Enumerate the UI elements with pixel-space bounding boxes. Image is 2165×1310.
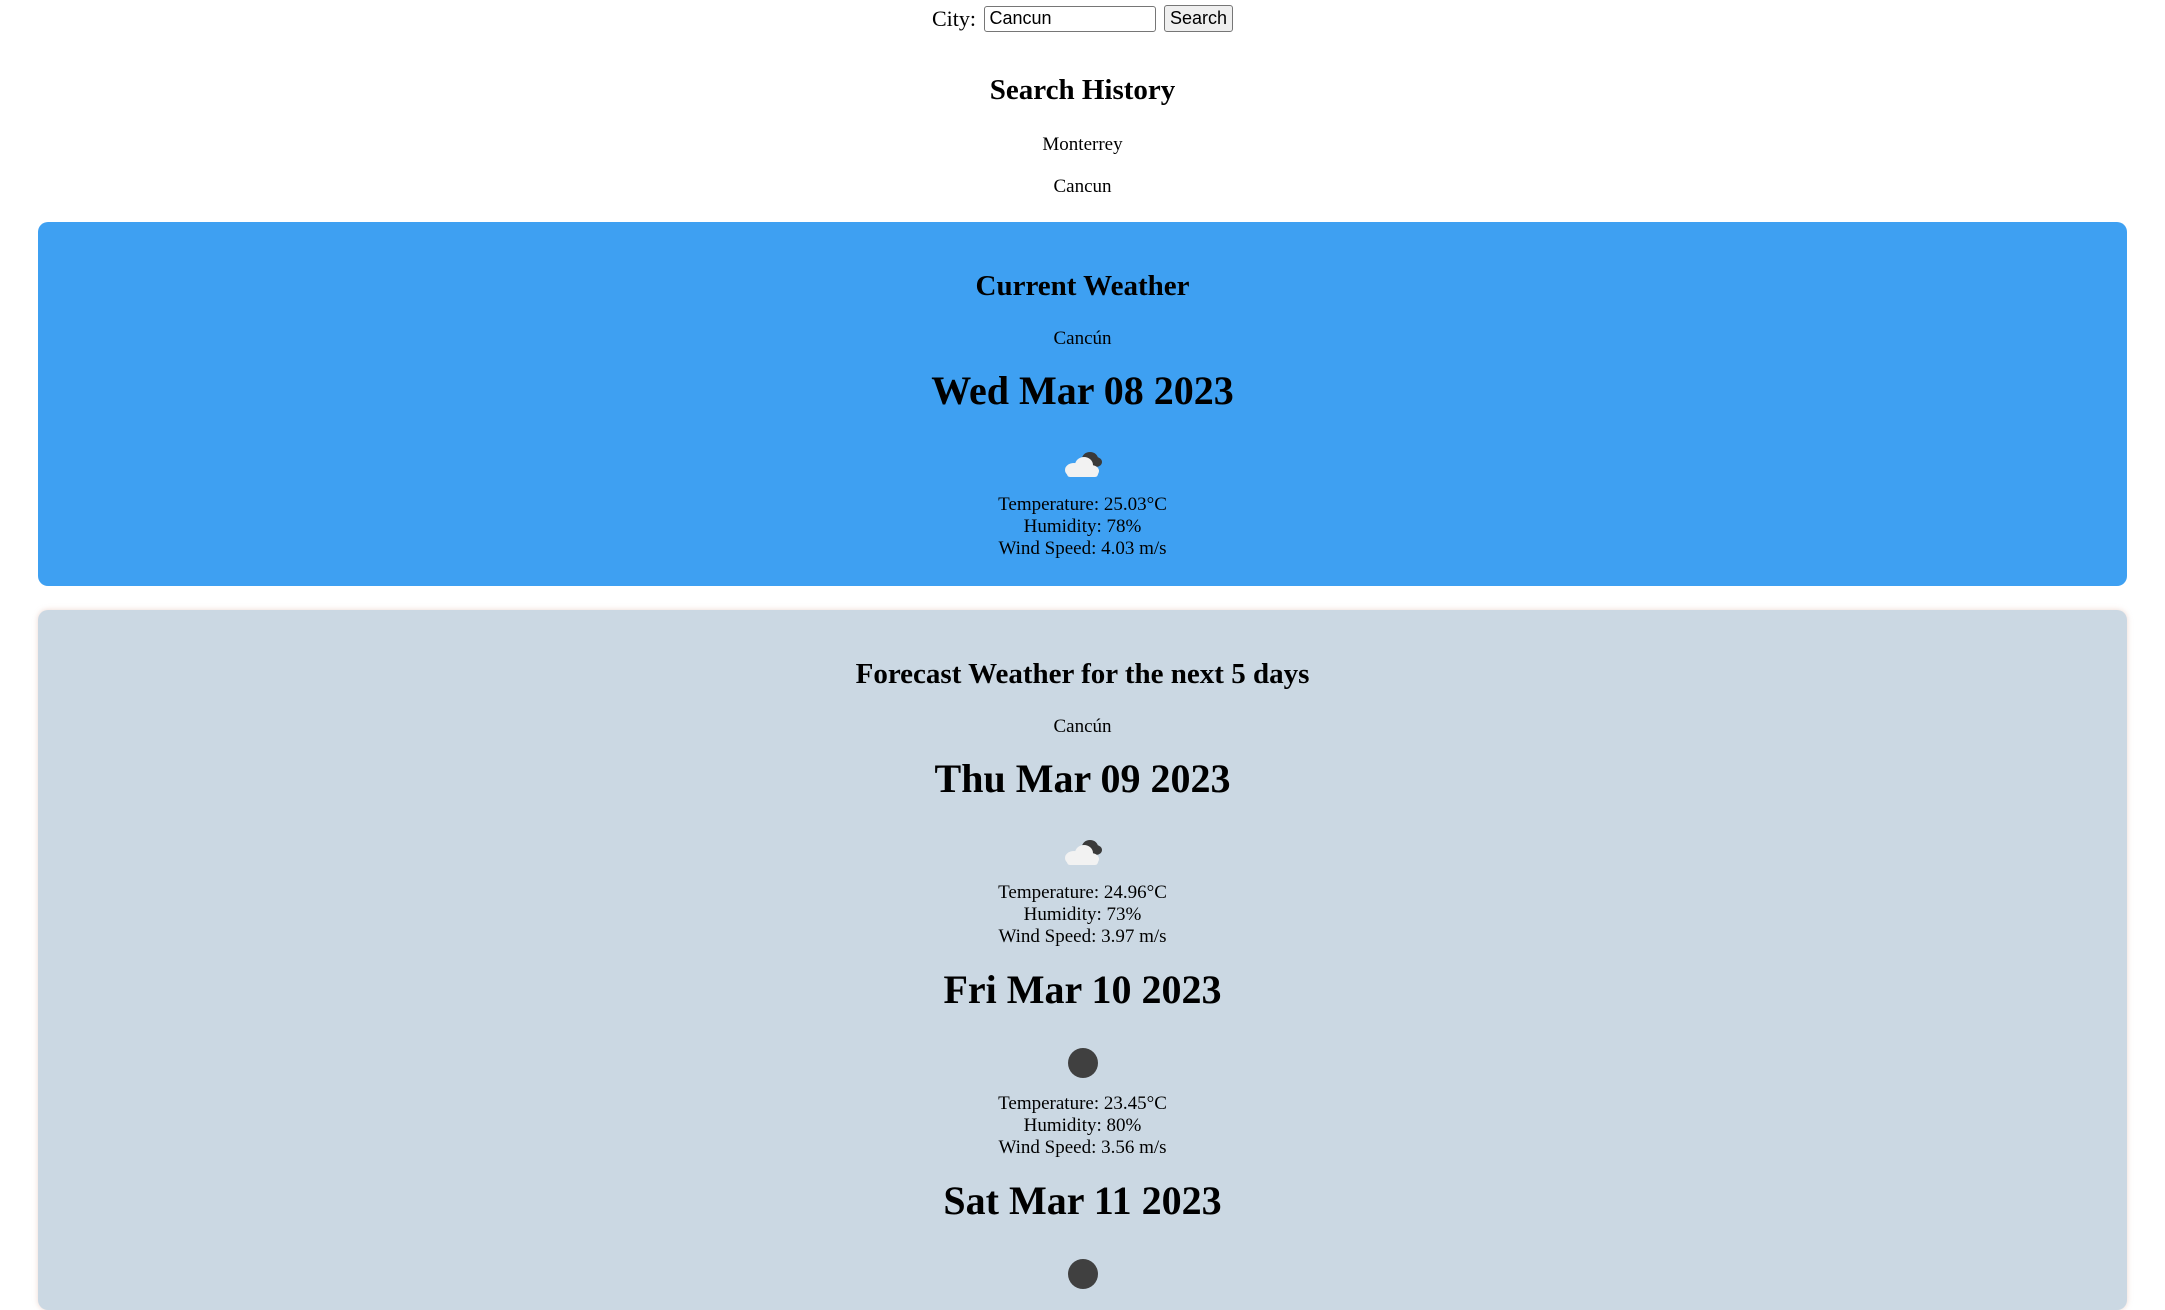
- forecast-temperature: Temperature: 24.96°C: [998, 882, 1167, 903]
- search-button[interactable]: Search: [1163, 5, 1234, 33]
- current-date: Wed Mar 08 2023: [931, 368, 1234, 413]
- scattered-clouds-icon: [38, 832, 2127, 872]
- forecast-stats: Temperature: 24.96°C Humidity: 73% Wind …: [38, 882, 2127, 948]
- forecast-humidity: Humidity: 73%: [1023, 904, 1142, 925]
- forecast-date: Sat Mar 11 2023: [943, 1178, 1222, 1223]
- forecast-day: Fri Mar 10 2023 Temperature: 23.45°C Hum…: [38, 967, 2127, 1159]
- forecast-temperature: Temperature: 23.45°C: [998, 1093, 1167, 1114]
- forecast-day: Thu Mar 09 2023 Temperature: 24.96°C Hum…: [38, 756, 2127, 948]
- forecast-wind: Wind Speed: 3.97 m/s: [998, 926, 1167, 947]
- forecast-date: Thu Mar 09 2023: [934, 756, 1231, 801]
- current-wind: Wind Speed: 4.03 m/s: [998, 538, 1167, 559]
- current-humidity: Humidity: 78%: [1023, 516, 1142, 537]
- search-history-title: Search History: [989, 74, 1176, 106]
- forecast-city: Cancún: [1053, 716, 1112, 737]
- overcast-clouds-icon: [38, 1254, 2127, 1294]
- forecast-humidity: Humidity: 80%: [1023, 1115, 1142, 1136]
- search-bar: City: Search: [0, 4, 2165, 33]
- forecast-wind: Wind Speed: 3.56 m/s: [998, 1137, 1167, 1158]
- forecast-date: Fri Mar 10 2023: [943, 967, 1222, 1012]
- current-stats: Temperature: 25.03°C Humidity: 78% Wind …: [38, 494, 2127, 560]
- overcast-clouds-icon: [38, 1043, 2127, 1083]
- current-weather-card: Current Weather Cancún Wed Mar 08 2023 T…: [38, 222, 2127, 586]
- forecast-title: Forecast Weather for the next 5 days: [855, 658, 1310, 690]
- forecast-day: Sat Mar 11 2023: [38, 1178, 2127, 1294]
- current-city: Cancún: [1053, 328, 1112, 349]
- forecast-stats: Temperature: 23.45°C Humidity: 80% Wind …: [38, 1093, 2127, 1159]
- search-history-list: Monterrey Cancun: [0, 130, 2165, 214]
- current-temperature: Temperature: 25.03°C: [998, 494, 1167, 515]
- current-weather-title: Current Weather: [975, 270, 1190, 302]
- scattered-clouds-icon: [38, 444, 2127, 484]
- city-input[interactable]: [984, 5, 1157, 32]
- current-day: Wed Mar 08 2023 Temperature: 25.03°C Hum…: [38, 368, 2127, 560]
- forecast-weather-card: Forecast Weather for the next 5 days Can…: [38, 610, 2127, 1310]
- city-label: City:: [931, 5, 976, 31]
- history-item-cancun[interactable]: Cancun: [0, 172, 2165, 214]
- history-item-monterrey[interactable]: Monterrey: [0, 130, 2165, 172]
